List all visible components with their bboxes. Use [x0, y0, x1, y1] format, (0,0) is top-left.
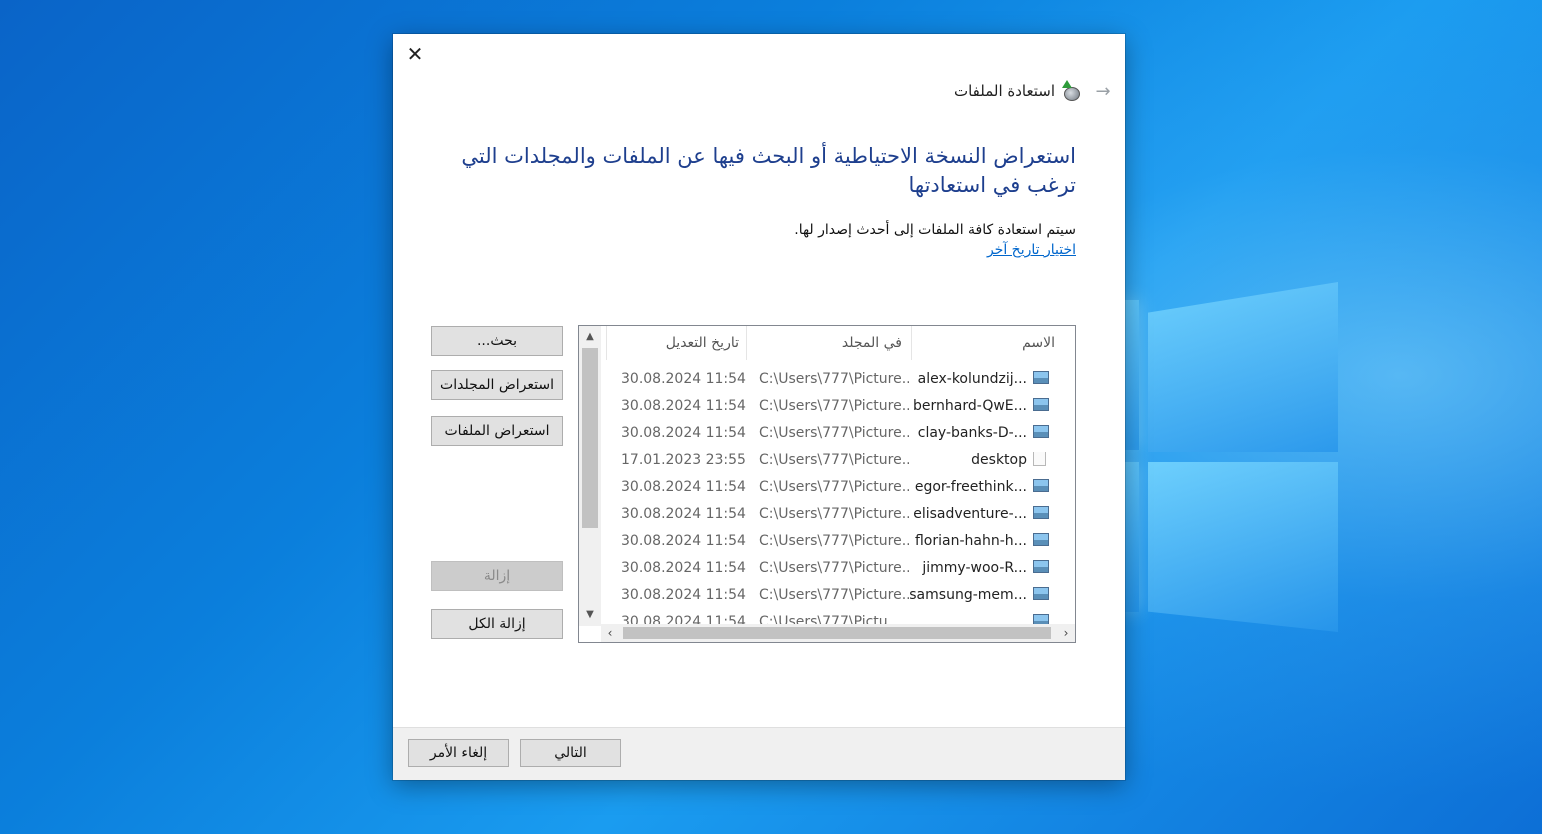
window-title: استعادة الملفات [953, 82, 1055, 100]
image-file-icon [1033, 560, 1051, 574]
files-list[interactable]: ▲ ▼ تاريخ التعديل في المجلد الاسم 30.08.… [578, 325, 1076, 643]
table-row[interactable]: 30.08.2024 11:54 C:\Users\777\Picture... b… [601, 393, 1075, 420]
browse-files-button[interactable]: استعراض الملفات [431, 416, 563, 446]
table-row[interactable]: 30.08.2024 11:54 C:\Users\777\Picture... j… [601, 555, 1075, 582]
row-folder-path: C:\Users\777\Picture... [759, 425, 909, 441]
image-file-icon [1033, 425, 1051, 439]
title-bar: → استعادة الملفات [954, 80, 1113, 102]
close-icon[interactable]: ✕ [403, 42, 427, 66]
column-header-name[interactable]: الاسم [911, 326, 1075, 360]
row-modified-date: 30.08.2024 11:54 [621, 560, 746, 576]
horizontal-scrollbar[interactable]: ‹ › [601, 624, 1075, 642]
restore-files-dialog: ✕ → استعادة الملفات استعراض النسخة الاحت… [393, 34, 1125, 780]
row-modified-date: 30.08.2024 11:54 [621, 587, 746, 603]
next-button[interactable]: التالي [520, 739, 621, 767]
scroll-down-icon[interactable]: ▼ [579, 606, 601, 624]
row-modified-date: 30.08.2024 11:54 [621, 506, 746, 522]
row-modified-date: 30.08.2024 11:54 [621, 533, 746, 549]
image-file-icon [1033, 506, 1051, 520]
horizontal-scroll-thumb[interactable] [623, 627, 1051, 639]
row-modified-date: 30.08.2024 11:54 [621, 398, 746, 414]
row-modified-date: 30.08.2024 11:54 [621, 479, 746, 495]
back-arrow-icon[interactable]: → [1093, 81, 1113, 102]
row-file-name: desktop [971, 452, 1027, 468]
remove-button[interactable]: إزالة [431, 561, 563, 591]
row-folder-path: C:\Users\777\Picture... [759, 452, 909, 468]
row-modified-date: 30.08.2024 11:54 [621, 371, 746, 387]
windows-logo-pane [1148, 462, 1338, 632]
row-folder-path: C:\Users\777\Picture... [759, 398, 909, 414]
image-file-icon [1033, 479, 1051, 493]
row-file-name: florian-hahn-h... [914, 533, 1027, 549]
windows-logo-pane-edge [1125, 462, 1139, 612]
image-file-icon [1033, 533, 1051, 547]
column-header-folder[interactable]: في المجلد [746, 326, 910, 360]
vertical-scrollbar[interactable]: ▲ ▼ [579, 326, 601, 626]
row-folder-path: C:\Users\777\Picture... [759, 587, 909, 603]
row-folder-path: C:\Users\777\Pictu... [759, 614, 902, 624]
table-row[interactable]: 30.08.2024 11:54 C:\Users\777\Picture... e… [601, 501, 1075, 528]
windows-logo-pane-edge [1125, 300, 1139, 450]
row-file-name: elisadventure-... [913, 506, 1027, 522]
row-file-name: clay-banks-D-... [917, 425, 1027, 441]
table-row[interactable]: 17.01.2023 23:55 C:\Users\777\Picture... d… [601, 447, 1075, 474]
row-file-name: bernhard-QwE... [913, 398, 1027, 414]
table-row[interactable]: 30.08.2024 11:54 C:\Users\777\Picture... a… [601, 366, 1075, 393]
image-file-icon [1033, 398, 1051, 412]
page-heading: استعراض النسخة الاحتياطية أو البحث فيها … [461, 144, 1076, 197]
image-file-icon [1033, 614, 1051, 624]
cancel-button[interactable]: إلغاء الأمر [408, 739, 509, 767]
row-file-name: samsung-mem... [909, 587, 1027, 603]
browse-folders-button[interactable]: استعراض المجلدات [431, 370, 563, 400]
table-row[interactable]: 30.08.2024 11:54 C:\Users\777\Picture... f… [601, 528, 1075, 555]
dialog-footer: التالي إلغاء الأمر [393, 727, 1125, 780]
row-file-name: egor-freethink... [914, 479, 1027, 495]
row-folder-path: C:\Users\777\Picture... [759, 560, 909, 576]
row-folder-path: C:\Users\777\Picture... [759, 506, 909, 522]
scroll-right-icon[interactable]: › [1057, 624, 1075, 642]
row-modified-date: 30.08.2024 11:54 [621, 614, 746, 624]
vertical-scroll-thumb[interactable] [582, 348, 598, 528]
search-button[interactable]: بحث... [431, 326, 563, 356]
row-file-name: jimmy-woo-R... [922, 560, 1027, 576]
restore-description: سيتم استعادة كافة الملفات إلى أحدث إصدار… [794, 222, 1076, 238]
scroll-up-icon[interactable]: ▲ [579, 328, 601, 346]
table-row[interactable]: 30.08.2024 11:54 C:\Users\777\Picture... s… [601, 582, 1075, 609]
restore-files-app-icon [1061, 80, 1081, 101]
row-file-name: alex-kolundzij... [917, 371, 1027, 387]
table-row[interactable]: 30.08.2024 11:54 C:\Users\777\Pictu... [601, 609, 1075, 624]
row-modified-date: 17.01.2023 23:55 [621, 452, 746, 468]
row-folder-path: C:\Users\777\Picture... [759, 371, 909, 387]
choose-other-date-link[interactable]: اختيار تاريخ آخر [987, 242, 1076, 258]
scroll-left-icon[interactable]: ‹ [601, 624, 619, 642]
table-row[interactable]: 30.08.2024 11:54 C:\Users\777\Picture... e… [601, 474, 1075, 501]
row-file-name [907, 609, 1027, 624]
row-folder-path: C:\Users\777\Picture... [759, 533, 909, 549]
row-folder-path: C:\Users\777\Picture... [759, 479, 909, 495]
row-modified-date: 30.08.2024 11:54 [621, 425, 746, 441]
document-file-icon [1033, 452, 1051, 466]
table-row[interactable]: 30.08.2024 11:54 C:\Users\777\Picture... c… [601, 420, 1075, 447]
column-header-date[interactable]: تاريخ التعديل [606, 326, 745, 360]
files-list-rows: 30.08.2024 11:54 C:\Users\777\Picture... a… [601, 366, 1075, 624]
image-file-icon [1033, 587, 1051, 601]
remove-all-button[interactable]: إزالة الكل [431, 609, 563, 639]
image-file-icon [1033, 371, 1051, 385]
